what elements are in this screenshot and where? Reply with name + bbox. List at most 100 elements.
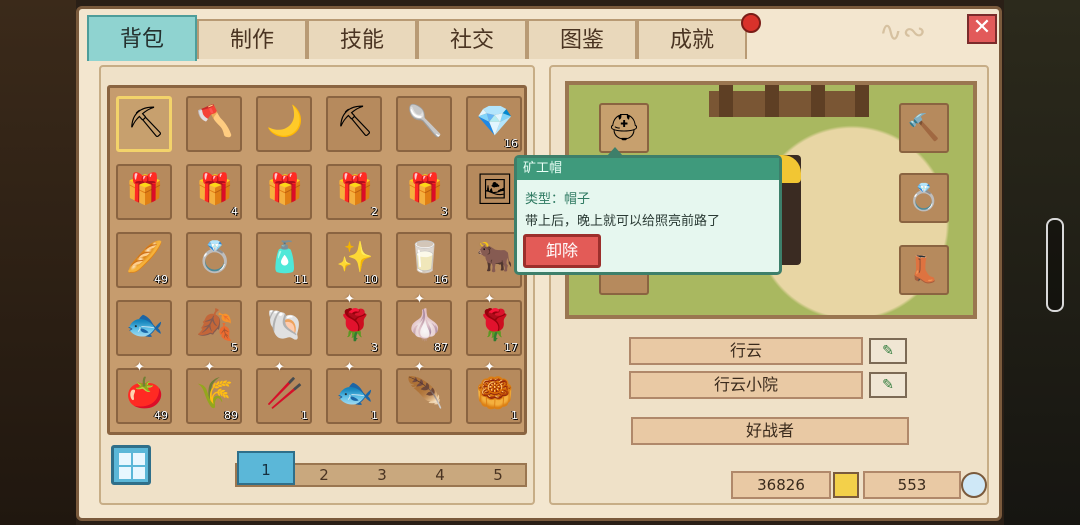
inventory-slot[interactable]: 🎁 3	[396, 164, 452, 220]
item-quantity: 11	[294, 273, 308, 286]
item-quantity: 1	[371, 409, 378, 422]
background-right	[1004, 0, 1080, 525]
farm-name: 行云小院	[629, 371, 863, 399]
inventory-slot[interactable]: ✨ 10	[326, 232, 382, 288]
inventory-slot[interactable]: ✦ 🥢 1	[256, 360, 312, 424]
inventory-slot[interactable]: 💎 16	[466, 96, 522, 152]
edit-farm-button[interactable]: ✎	[869, 372, 907, 398]
item-quantity: 3	[371, 341, 378, 354]
horned-helmet-icon: 🐂	[476, 240, 514, 275]
blue-gift-icon: 🎁	[266, 172, 304, 207]
inventory-grid: ⛏ 🪓 🌙 ⛏ 🥄 💎 16 🎁 🎁 4 🎁 🎁 2 🎁 3 🖼 🥖 49 💍 🧴 11 ✨ 10 🥛 16 🐂 🐟 🍂 5 🐚 ✦ 🌹 3 ✦ 🧄…	[107, 85, 527, 435]
inventory-slot[interactable]: 🎁	[116, 164, 172, 220]
inventory-slot[interactable]: ✦ 🌹 17	[466, 292, 522, 356]
sparkle-icon: ✦	[274, 360, 285, 375]
item-quantity: 17	[504, 341, 518, 354]
unequip-button[interactable]: 卸除	[523, 234, 601, 268]
blue-ore-icon: 💎	[476, 104, 514, 139]
item-quantity: 5	[231, 341, 238, 354]
page-tab-2[interactable]: 2	[295, 465, 353, 485]
tab-collection[interactable]: 图鉴	[527, 19, 637, 59]
item-quantity: 10	[364, 273, 378, 286]
equip-slot-ring[interactable]: 💍	[899, 173, 949, 223]
scroll-handle[interactable]	[1046, 218, 1064, 312]
tooltip-title: 矿工帽	[517, 158, 779, 180]
tab-crafting[interactable]: 制作	[197, 19, 307, 59]
portrait-icon: 🖼	[476, 172, 515, 207]
inventory-slot[interactable]: ⛏	[326, 96, 382, 152]
inventory-slot[interactable]: ⛏	[116, 96, 172, 152]
axe-icon: 🪓	[196, 104, 234, 139]
inventory-slot[interactable]: ✦ 🌾 89	[186, 360, 242, 424]
tab-achievements[interactable]: 成就	[637, 19, 747, 59]
sparkle-icon: ✦	[484, 292, 495, 307]
inventory-slot[interactable]: ✦ 🌹 3	[326, 292, 382, 356]
pickaxe-icon: ⛏	[127, 105, 166, 140]
page-tab-1[interactable]: 1	[237, 451, 295, 485]
grid-icon-cell	[119, 453, 131, 465]
sparkle-icon: ✦	[134, 360, 145, 375]
item-quantity: 16	[434, 273, 448, 286]
seeds-icon: ✨	[336, 240, 374, 275]
inventory-slot[interactable]: 🐚	[256, 300, 312, 356]
inventory-slot[interactable]: ✦ 🧄 87	[396, 292, 452, 356]
inventory-slot[interactable]: ✦ 🥮 1	[466, 360, 522, 424]
leaf-icon: 🍂	[196, 308, 234, 343]
decorative-swirl: ∿∾	[879, 15, 926, 48]
tuna-icon: 🐟	[336, 376, 374, 411]
tab-backpack[interactable]: 背包	[87, 15, 197, 61]
stick-icon: 🥢	[266, 376, 304, 411]
tab-social[interactable]: 社交	[417, 19, 527, 59]
inventory-slot[interactable]: ✦ 🪶	[396, 360, 452, 424]
inventory-slot[interactable]: 🎁 4	[186, 164, 242, 220]
inventory-slot[interactable]: 💍	[186, 232, 242, 288]
inventory-slot[interactable]: 🍂 5	[186, 300, 242, 356]
equip-slot-weapon[interactable]: 🔨	[899, 103, 949, 153]
inventory-slot[interactable]: 🌙	[256, 96, 312, 152]
player-title: 好战者	[631, 417, 909, 445]
item-quantity: 2	[371, 205, 378, 218]
red-flower-icon: 🌹	[476, 308, 514, 343]
sparkle-icon: ✦	[344, 292, 355, 307]
page-tab-3[interactable]: 3	[353, 465, 411, 485]
inventory-slot[interactable]: 🧴 11	[256, 232, 312, 288]
grid-icon-cell	[133, 467, 145, 479]
page-tab-4[interactable]: 4	[411, 465, 469, 485]
passion-fruit-icon: 🥮	[476, 376, 514, 411]
item-quantity: 1	[301, 409, 308, 422]
rose-icon: 🌹	[336, 308, 374, 343]
inventory-slot[interactable]: 🥛 16	[396, 232, 452, 288]
tomato-icon: 🍅	[126, 376, 164, 411]
gold-amount: 36826	[731, 471, 831, 499]
gem-icon	[961, 472, 987, 498]
inventory-slot[interactable]: 🐟	[116, 300, 172, 356]
scene-fence	[709, 91, 869, 117]
inventory-slot[interactable]: 🥄	[396, 96, 452, 152]
inventory-slot[interactable]: ✦ 🍅 49	[116, 360, 172, 424]
grid-icon-cell	[133, 453, 145, 465]
tab-skills[interactable]: 技能	[307, 19, 417, 59]
item-quantity: 89	[224, 409, 238, 422]
inventory-slot[interactable]: 🎁	[256, 164, 312, 220]
equip-slot-boots[interactable]: 👢	[899, 245, 949, 295]
edit-name-button[interactable]: ✎	[869, 338, 907, 364]
close-button[interactable]: ✕	[967, 14, 997, 44]
garlic-icon: 🧄	[406, 308, 444, 343]
page-tab-5[interactable]: 5	[469, 465, 527, 485]
blue-gift-icon: 🎁	[196, 172, 234, 207]
hoe-icon: ⛏	[336, 104, 375, 139]
tooltip-type: 类型：帽子	[525, 192, 591, 207]
inventory-slot[interactable]: 🎁 2	[326, 164, 382, 220]
sort-grid-button[interactable]	[111, 445, 151, 485]
inventory-slot[interactable]: ✦ 🐟 1	[326, 360, 382, 424]
pencil-icon: ✎	[882, 377, 894, 393]
notification-dot	[741, 13, 761, 33]
item-quantity: 87	[434, 341, 448, 354]
inventory-slot[interactable]: 🥖 49	[116, 232, 172, 288]
character-panel: ⛑ 🔨 💍 👢 行云 ✎ 行云小院 ✎ 好战者 36826 553	[549, 65, 989, 505]
equip-slot-hat[interactable]: ⛑	[599, 103, 649, 153]
tab-bar: 背包 制作 技能 社交 图鉴 成就	[87, 15, 747, 61]
sickle-icon: 🌙	[266, 104, 304, 139]
pencil-icon: ✎	[882, 343, 894, 359]
inventory-slot[interactable]: 🪓	[186, 96, 242, 152]
